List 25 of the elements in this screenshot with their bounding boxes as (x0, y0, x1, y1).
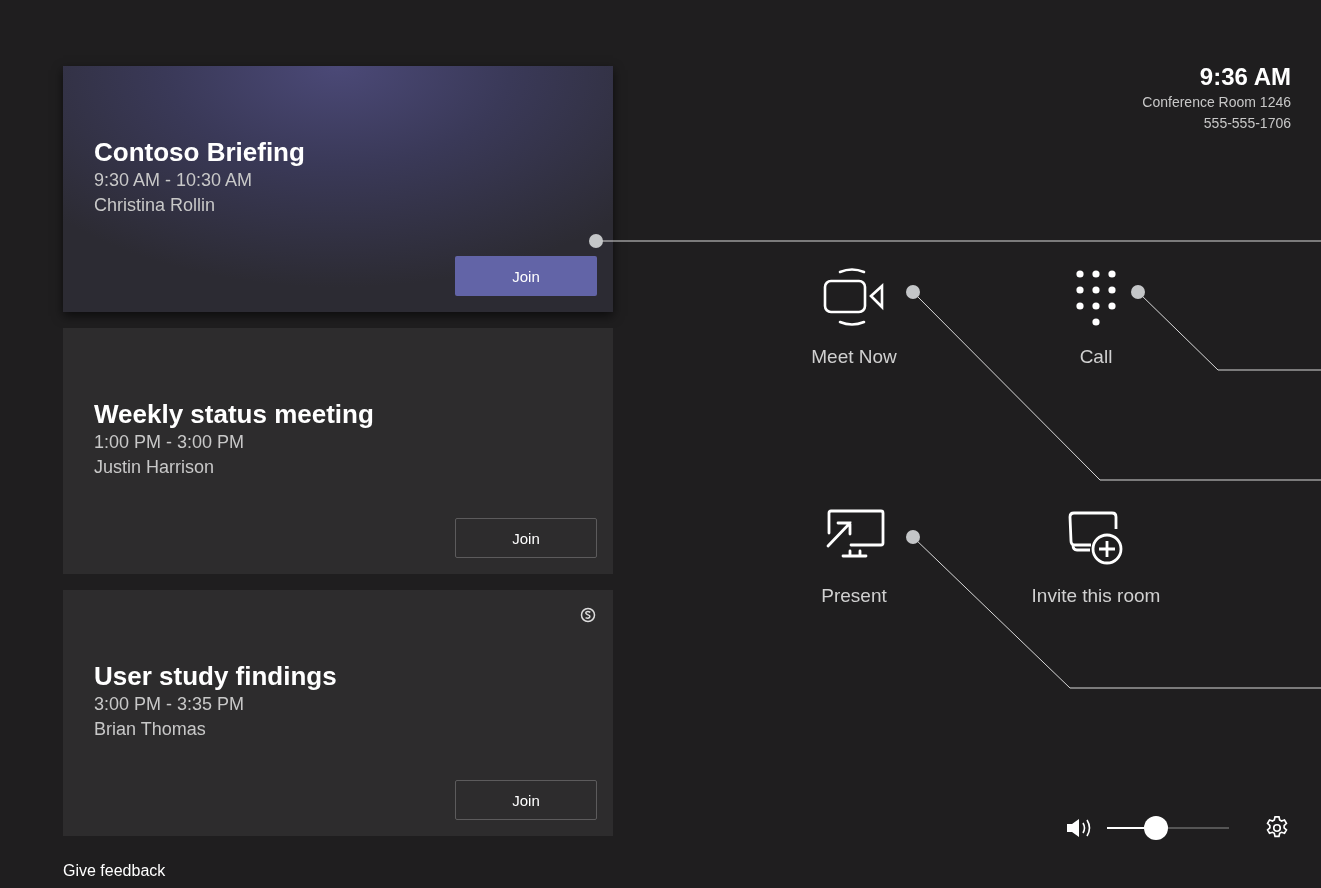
action-button[interactable]: Meet Now (811, 264, 897, 368)
room-name: Conference Room 1246 (1142, 93, 1291, 112)
meeting-organizer: Brian Thomas (94, 718, 207, 741)
meeting-time: 9:30 AM - 10:30 AM (94, 169, 254, 192)
action-button[interactable]: Present (821, 503, 887, 607)
action-button[interactable]: Call (1063, 264, 1129, 368)
join-button[interactable]: Join (455, 780, 597, 820)
meeting-organizer: Justin Harrison (94, 456, 216, 479)
meeting-time: 1:00 PM - 3:00 PM (94, 431, 246, 454)
feedback-link[interactable]: Give feedback (63, 862, 166, 880)
slider-thumb[interactable] (1143, 816, 1168, 840)
meeting-card[interactable]: User study findings 3:00 PM - 3:35 PM Brian Thomas Join (63, 590, 613, 836)
meeting-title: Weekly status meeting (94, 398, 375, 430)
room-phone: 555-555-1706 (1203, 114, 1291, 133)
clock-time: 9:36 AM (1199, 62, 1291, 92)
meeting-card[interactable]: Weekly status meeting 1:00 PM - 3:00 PM Justin Harrison Join (63, 328, 613, 574)
meeting-title: User study findings (94, 660, 338, 692)
meeting-title: Contoso Briefing (94, 136, 306, 168)
meeting-organizer: Christina Rollin (94, 194, 217, 217)
meeting-time: 3:00 PM - 3:35 PM (94, 693, 246, 716)
join-button[interactable]: Join (455, 518, 597, 558)
speaker-icon[interactable] (1065, 817, 1093, 839)
join-button[interactable]: Join (455, 256, 597, 296)
meeting-card[interactable]: Contoso Briefing 9:30 AM - 10:30 AM Christina Rollin Join (63, 66, 613, 312)
action-button[interactable]: Invite this room (1031, 503, 1161, 607)
